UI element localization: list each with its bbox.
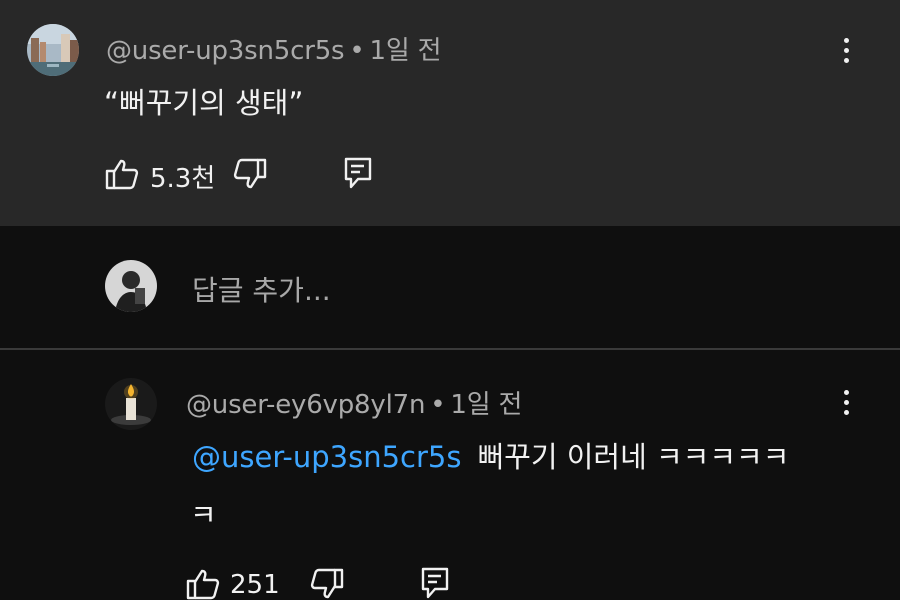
reply-icon[interactable] [343,156,373,190]
reply-icon[interactable] [420,566,450,600]
more-vert-icon[interactable] [836,36,856,66]
reply-text: @user-up3sn5cr5s 뻐꾸기 이러네 ㅋㅋㅋㅋㅋ [192,434,789,476]
reply-avatar[interactable] [105,378,157,430]
top-comment-text: “뻐꾸기의 생태” [104,86,304,120]
reply-like-count: 251 [230,570,280,600]
reply-text-line2: ㅋ [190,498,217,532]
reply-time: 1일 전 [450,390,523,420]
meta-separator: • [430,390,446,420]
top-comment: @user-up3sn5cr5s • 1일 전 “뻐꾸기의 생태” 5.3천 [0,0,900,226]
divider [0,348,900,350]
comments-page: @user-up3sn5cr5s • 1일 전 “뻐꾸기의 생태” 5.3천 답… [0,0,900,600]
current-user-avatar [105,260,157,312]
reply-meta: @user-ey6vp8yl7n • 1일 전 [186,384,522,421]
top-comment-author[interactable]: @user-up3sn5cr5s [106,36,345,66]
reply-text-line1: 뻐꾸기 이러네 ㅋㅋㅋㅋㅋ [477,440,790,474]
reply-author[interactable]: @user-ey6vp8yl7n [186,390,425,420]
thumbs-up-icon[interactable] [186,568,220,600]
meta-separator: • [349,36,365,66]
more-vert-icon[interactable] [836,388,856,418]
top-comment-avatar[interactable] [27,24,79,76]
top-comment-meta: @user-up3sn5cr5s • 1일 전 [106,30,442,67]
thumbs-down-icon[interactable] [233,158,267,190]
top-comment-time: 1일 전 [369,36,442,66]
thumbs-down-icon[interactable] [310,568,344,600]
mention-link[interactable]: @user-up3sn5cr5s [192,440,461,474]
top-comment-like-count: 5.3천 [150,164,216,194]
add-reply-input[interactable] [192,270,792,310]
thumbs-up-icon[interactable] [105,158,139,190]
